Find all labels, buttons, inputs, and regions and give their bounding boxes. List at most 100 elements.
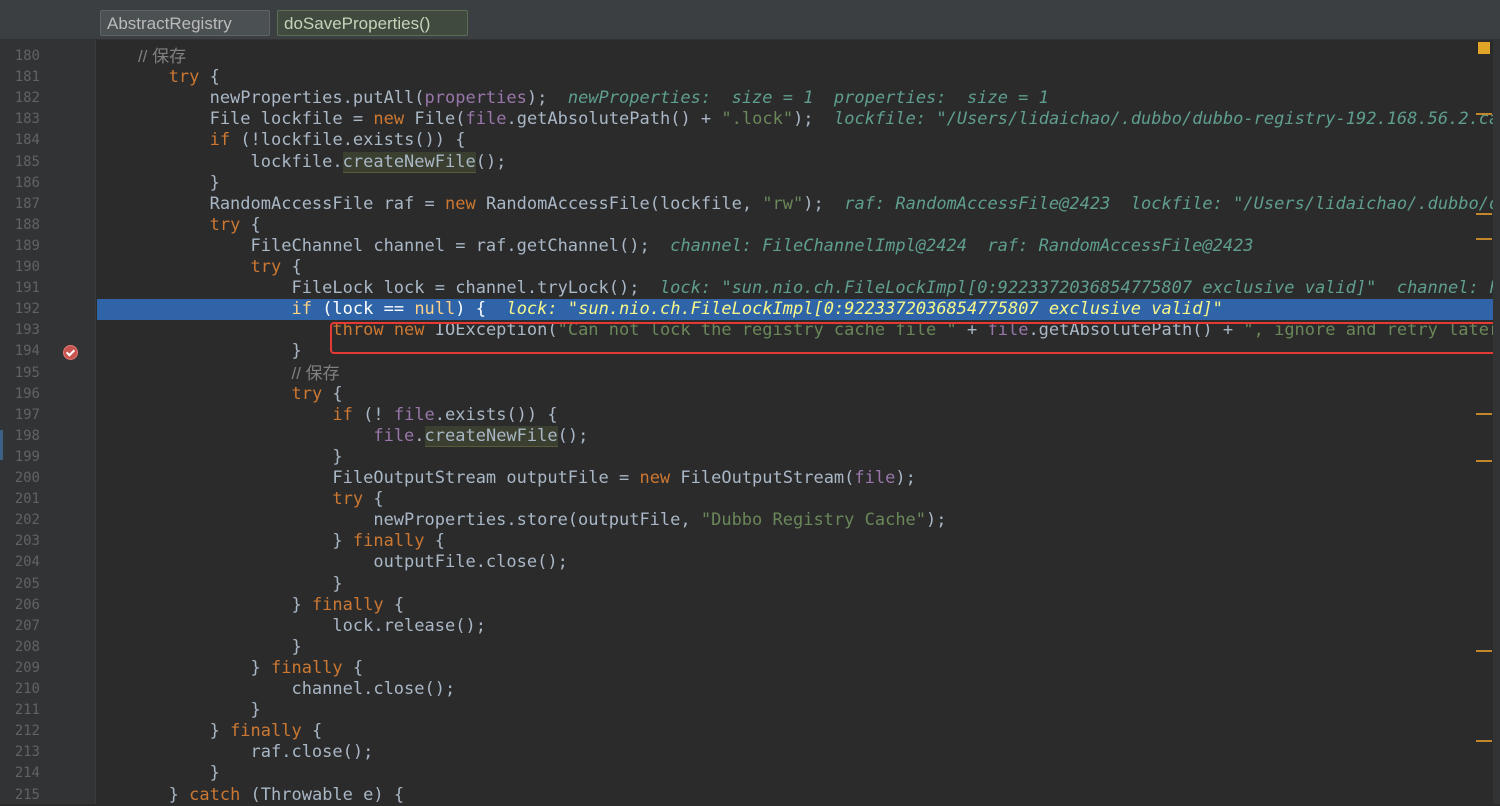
code-token: new	[639, 468, 671, 488]
code-token: // 保存	[291, 363, 340, 383]
code-line[interactable]: file.createNewFile();	[97, 425, 1493, 447]
line-number-gutter[interactable]: 180 181 182 183 184 185 186 187 188 189 190 191 192 1…	[0, 40, 96, 804]
code-token: }	[97, 446, 343, 467]
code-token: .exists()) {	[434, 404, 558, 425]
code-token: }	[97, 573, 343, 594]
line-number: 201	[14, 491, 40, 508]
code-line[interactable]: if (!lockfile.exists()) {	[97, 130, 1493, 151]
code-line[interactable]: } finally {	[97, 531, 1493, 552]
code-line[interactable]: } finally {	[97, 721, 1493, 742]
code-line[interactable]: raf.close();	[97, 742, 1493, 763]
code-token: File(	[404, 109, 466, 130]
line-number: 209	[14, 659, 40, 676]
code-token: .exists()) {	[342, 130, 466, 151]
code-line[interactable]: channel.close();	[97, 679, 1493, 700]
code-line[interactable]: } catch (Throwable e) {	[97, 785, 1493, 805]
code-line[interactable]: try {	[97, 384, 1493, 405]
code-line[interactable]: lock.release();	[97, 616, 1493, 637]
line-number: 212	[14, 723, 40, 740]
execution-line[interactable]: if (lock == null) { lock: "sun.nio.ch.Fi…	[97, 299, 1493, 321]
error-stripe-mark[interactable]	[1476, 113, 1492, 115]
code-line[interactable]: File lockfile = new File(file.getAbsolut…	[97, 109, 1493, 130]
code-token: null	[414, 299, 456, 320]
code-line[interactable]: }	[97, 447, 1493, 468]
code-line[interactable]: // 保存	[97, 363, 1493, 384]
code-token: finally	[230, 721, 302, 742]
code-line[interactable]: }	[97, 637, 1493, 658]
code-token: newProperties.putAll(	[97, 88, 425, 109]
code-token: file	[393, 404, 435, 425]
code-line[interactable]: try {	[97, 67, 1493, 88]
error-stripe-mark[interactable]	[1476, 413, 1492, 415]
code-token: }	[97, 721, 231, 742]
code-line[interactable]: FileOutputStream outputFile = new FileOu…	[97, 468, 1493, 489]
error-stripe-mark[interactable]	[1476, 650, 1492, 652]
code-line[interactable]: // 保存	[97, 46, 1493, 67]
breadcrumb-method[interactable]: doSaveProperties()	[277, 10, 468, 36]
breadcrumb-class[interactable]: AbstractRegistry	[100, 10, 270, 36]
code-token: channel.close();	[97, 679, 456, 699]
code-line[interactable]: newProperties.putAll(properties); newPro…	[97, 88, 1493, 109]
code-line[interactable]: } finally {	[97, 595, 1493, 616]
code-editor[interactable]: // 保存 try { newProperties.putAll(propert…	[97, 40, 1493, 804]
code-token: RandomAccessFile raf =	[97, 193, 445, 214]
line-number: 208	[14, 638, 40, 655]
code-line[interactable]: outputFile.close();	[97, 552, 1493, 573]
error-stripe-mark[interactable]	[1476, 213, 1492, 215]
code-token: );	[926, 510, 947, 531]
code-line[interactable]: FileChannel channel = raf.getChannel(); …	[97, 236, 1493, 257]
breakpoint-icon[interactable]	[63, 345, 78, 360]
code-token: {	[383, 594, 405, 615]
code-token: ".lock"	[721, 109, 794, 130]
code-line[interactable]: try {	[97, 489, 1493, 510]
line-number: 185	[14, 153, 40, 170]
line-number: 191	[14, 280, 40, 297]
code-line[interactable]: try {	[97, 257, 1493, 278]
line-number: 211	[14, 702, 40, 719]
line-number: 210	[14, 681, 40, 697]
code-line[interactable]: FileLock lock = channel.tryLock(); lock:…	[97, 278, 1493, 299]
error-stripe-mark[interactable]	[1476, 740, 1492, 742]
code-token: }	[97, 636, 302, 657]
error-stripe-mark[interactable]	[1476, 238, 1492, 240]
code-line[interactable]: newProperties.store(outputFile, "Dubbo R…	[97, 510, 1493, 531]
code-line[interactable]: lockfile.createNewFile();	[97, 151, 1493, 173]
code-token: createNewFile	[342, 151, 476, 173]
line-number: 188	[14, 216, 40, 233]
code-token: try	[250, 257, 282, 277]
line-number: 197	[14, 406, 40, 423]
error-stripe-mark[interactable]	[1476, 460, 1492, 462]
code-token: if	[291, 299, 312, 320]
code-token: new	[445, 193, 476, 214]
warning-icon[interactable]	[1478, 42, 1490, 54]
code-token: file	[373, 425, 415, 446]
code-token: FileLock lock = channel.tryLock();	[97, 278, 660, 299]
line-number: 215	[14, 786, 40, 803]
code-line[interactable]: }	[97, 700, 1493, 721]
code-token: (!	[352, 404, 394, 425]
code-token: );	[895, 468, 916, 488]
scrollbar[interactable]	[1493, 40, 1500, 804]
code-line[interactable]: try {	[97, 215, 1493, 236]
code-line[interactable]: }	[97, 763, 1493, 784]
line-number: 181	[14, 69, 40, 86]
code-line[interactable]: RandomAccessFile raf = new RandomAccessF…	[97, 194, 1493, 215]
line-number: 193	[14, 322, 40, 339]
code-token: }	[97, 341, 302, 362]
code-line[interactable]: }	[97, 173, 1493, 194]
code-token: }	[97, 700, 261, 721]
line-number: 196	[14, 385, 40, 402]
code-line[interactable]: }	[97, 574, 1493, 595]
code-token: finally	[271, 657, 343, 678]
code-line[interactable]: if (! file.exists()) {	[97, 405, 1493, 426]
code-token: }	[97, 784, 190, 805]
code-token: catch	[189, 784, 241, 805]
code-token: lock.release();	[97, 615, 486, 636]
code-line[interactable]: } finally {	[97, 658, 1493, 679]
